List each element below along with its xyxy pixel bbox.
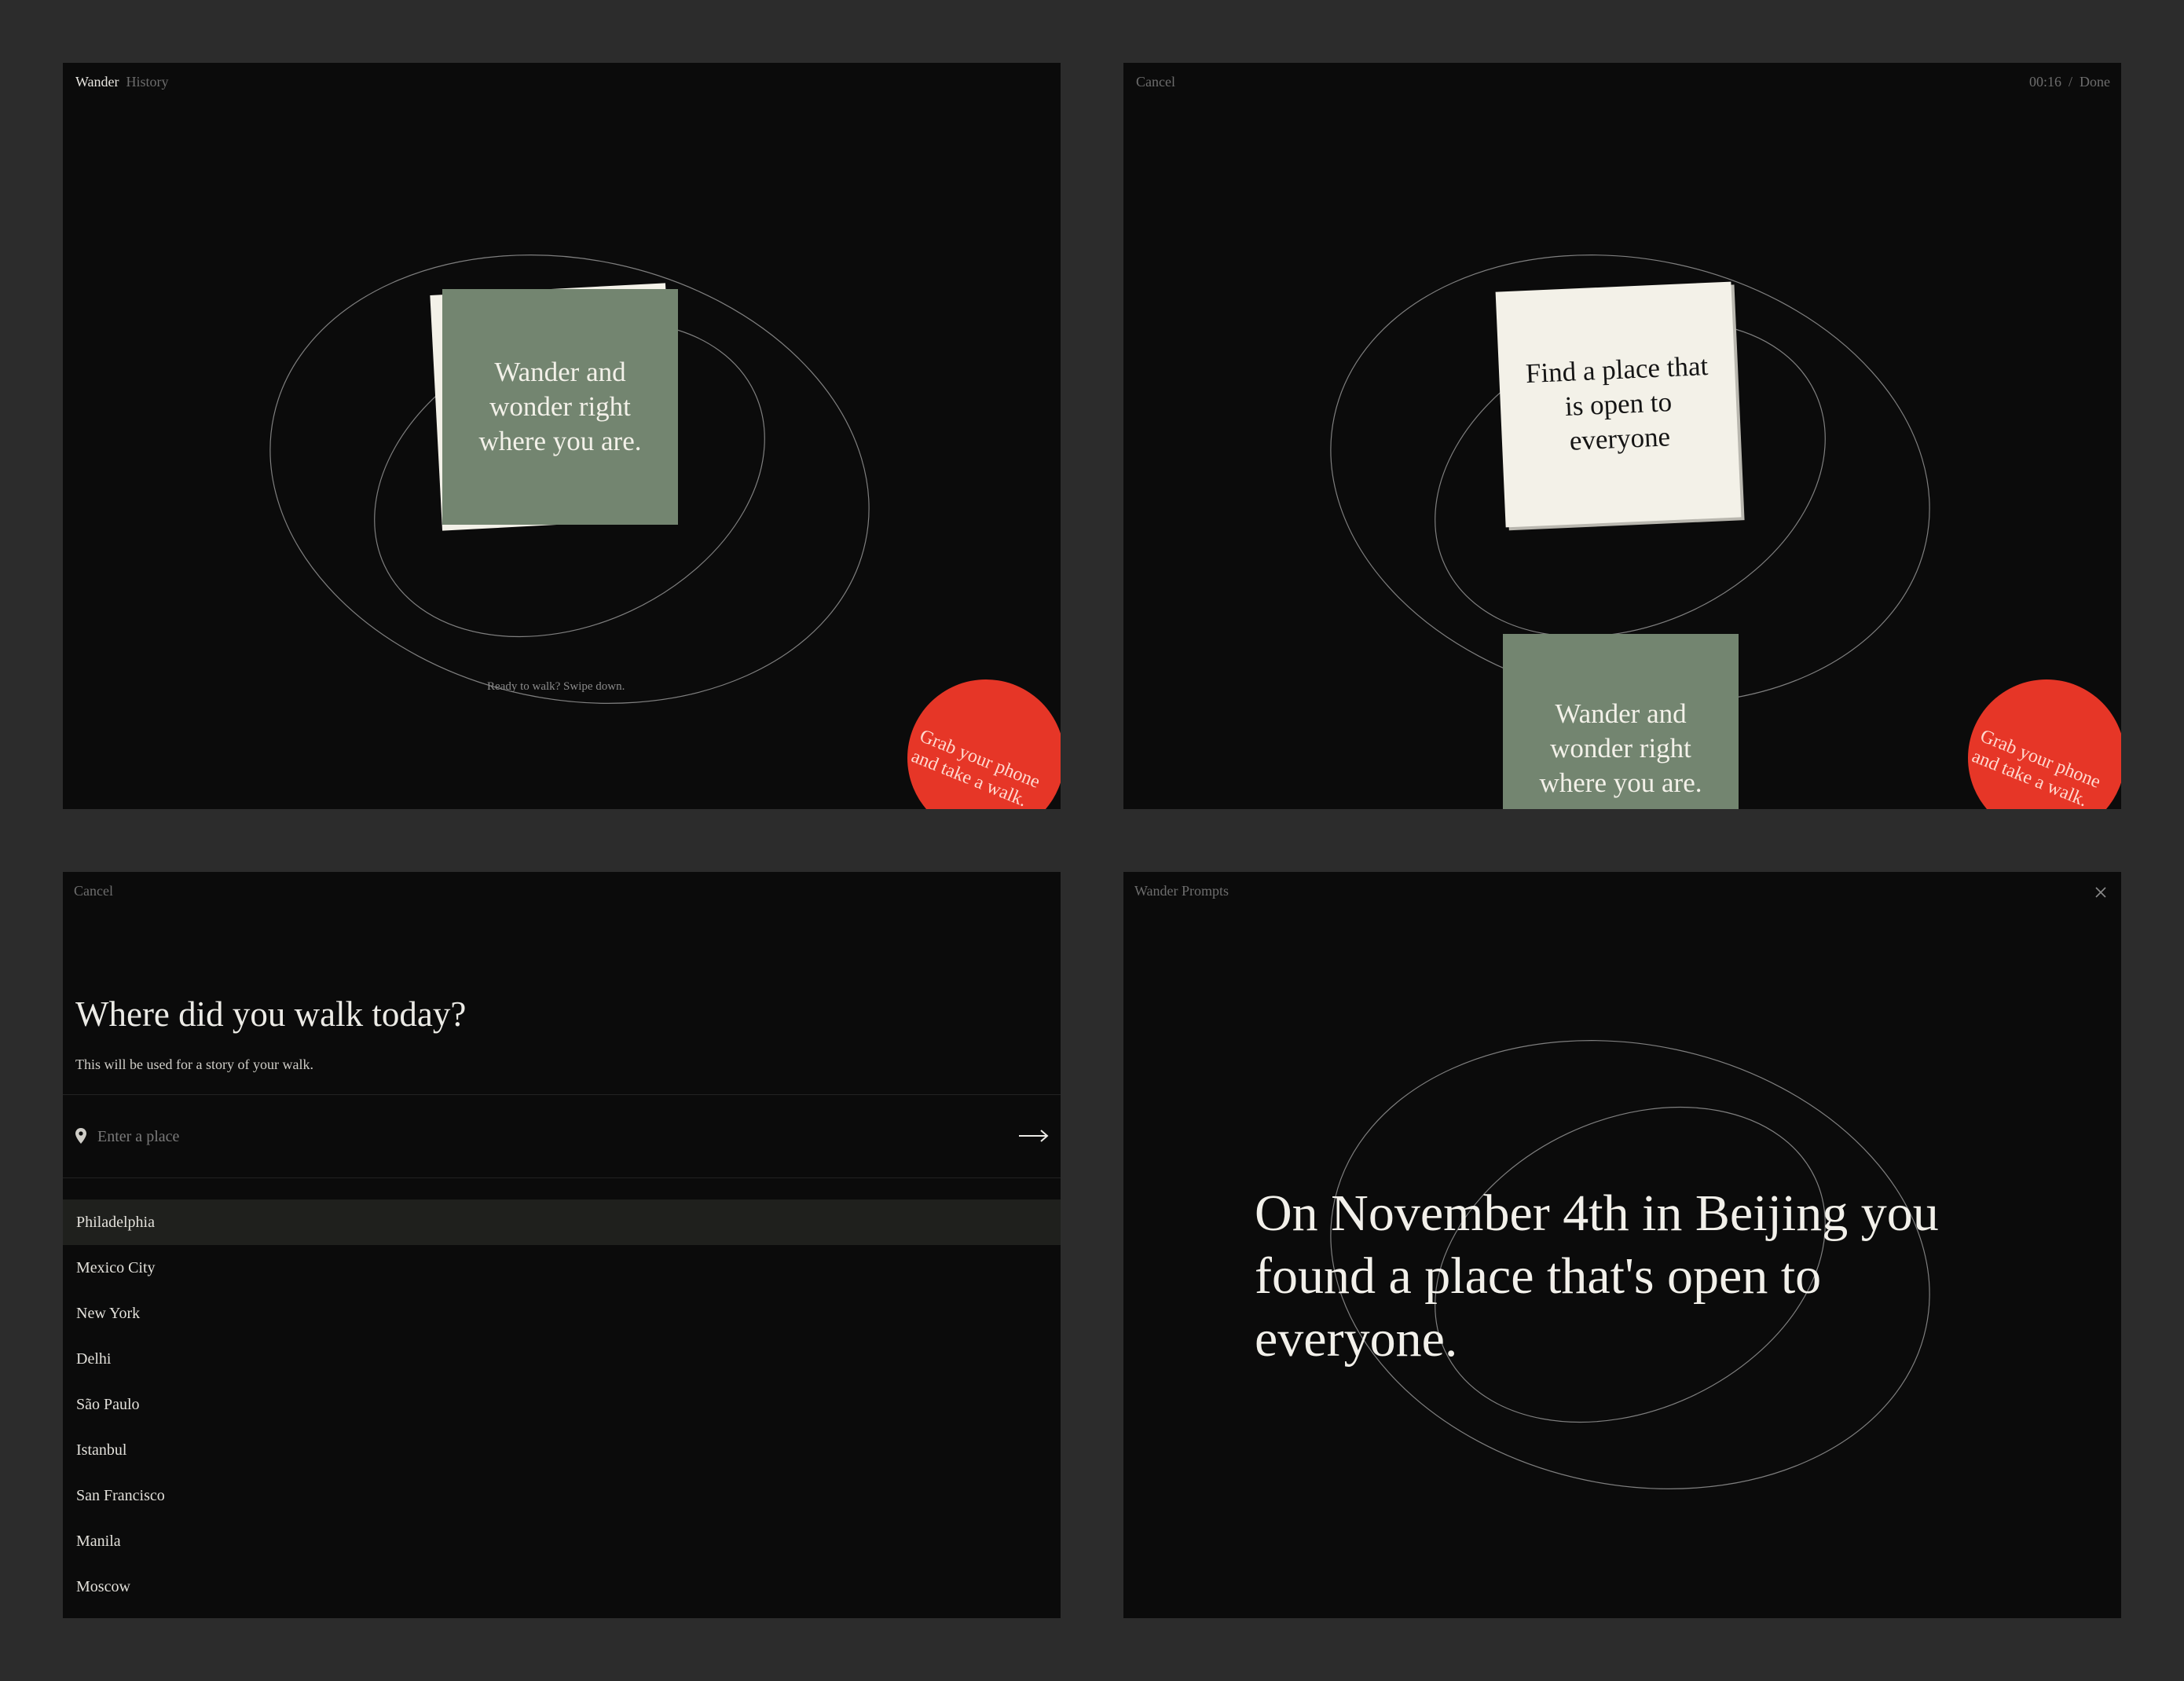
city-list: Philadelphia Mexico City New York Delhi … bbox=[63, 1199, 1061, 1610]
wander-card-text: Wander and wonder right where you are. bbox=[478, 357, 642, 456]
swipe-hint: Ready to walk? Swipe down. bbox=[487, 680, 625, 693]
city-item[interactable]: Istanbul bbox=[63, 1427, 1061, 1473]
city-item[interactable]: New York bbox=[63, 1291, 1061, 1336]
city-item[interactable]: San Francisco bbox=[63, 1473, 1061, 1518]
city-item[interactable]: Manila bbox=[63, 1518, 1061, 1564]
place-input[interactable] bbox=[96, 1124, 885, 1149]
next-card[interactable]: Wander and wonder right where you are. bbox=[1503, 634, 1739, 809]
city-item[interactable]: Delhi bbox=[63, 1336, 1061, 1382]
wander-card[interactable]: Wander and wonder right where you are. bbox=[442, 289, 678, 525]
place-input-row bbox=[63, 1094, 1061, 1177]
city-item[interactable]: Mexico City bbox=[63, 1245, 1061, 1291]
page-title: Where did you walk today? bbox=[75, 994, 467, 1034]
city-item[interactable]: São Paulo bbox=[63, 1382, 1061, 1427]
cancel-button[interactable]: Cancel bbox=[74, 883, 113, 899]
page-subtitle: This will be used for a story of your wa… bbox=[75, 1057, 313, 1072]
location-pin-icon bbox=[75, 1128, 86, 1144]
prompt-screen: Cancel 00:16 / Done Find a place that is… bbox=[1123, 63, 2121, 809]
arrow-right-icon[interactable] bbox=[1018, 1128, 1050, 1144]
prompt-card[interactable]: Find a place that is open to everyone bbox=[1495, 281, 1742, 528]
walk-badge-text: Grab your phone and take a walk. bbox=[908, 725, 1061, 809]
story-text: On November 4th in Beijing you found a p… bbox=[1255, 1185, 1939, 1368]
city-item[interactable]: Philadelphia bbox=[63, 1199, 1061, 1245]
location-screen: Cancel Where did you walk today? This wi… bbox=[63, 872, 1061, 1618]
divider bbox=[63, 1177, 1061, 1178]
city-item[interactable]: Moscow bbox=[63, 1564, 1061, 1610]
walk-badge-text: Grab your phone and take a walk. bbox=[1969, 725, 2121, 809]
story-screen: Wander Prompts On November 4th in Beijin… bbox=[1123, 872, 2121, 1618]
prompt-card-text: Find a place that is open to everyone bbox=[1525, 350, 1709, 456]
home-screen: Wander History Wander and wonder right w… bbox=[63, 63, 1061, 809]
next-card-text: Wander and wonder right where you are. bbox=[1539, 698, 1702, 798]
